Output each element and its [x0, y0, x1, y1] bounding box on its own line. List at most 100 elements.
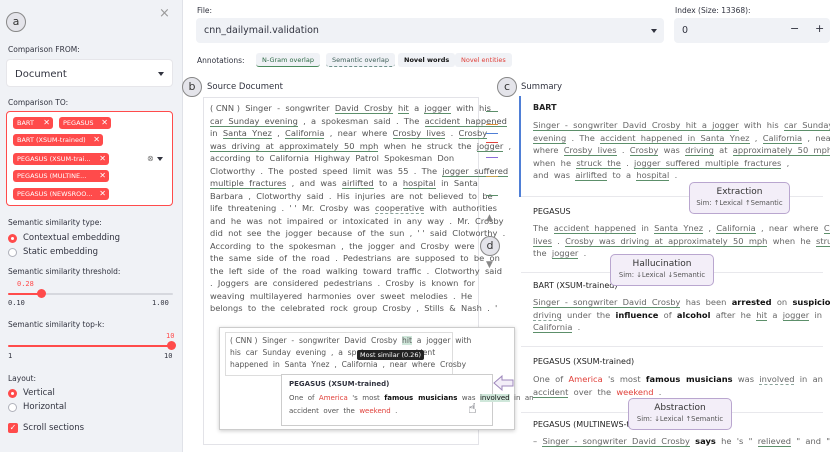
- popup-text: One of America 's most famous musicians …: [289, 394, 534, 415]
- toggle-novel-entities[interactable]: Novel entities: [455, 53, 512, 67]
- similarity-type-label: Semantic similarity type:: [8, 218, 102, 227]
- chip-pegasus-newsroom[interactable]: PEGASUS (NEWSROO... ✕: [13, 188, 109, 200]
- summary-model-name: BART: [533, 103, 557, 112]
- chip-pegasus[interactable]: PEGASUS ✕: [59, 117, 111, 129]
- minimap-mark: [486, 176, 498, 177]
- callout-title: Abstraction: [654, 403, 706, 413]
- callout-subtitle: Sim: ↓Lexical ↓Semantic: [618, 271, 706, 279]
- topk-max: 10: [164, 352, 173, 360]
- decrement-button[interactable]: −: [790, 22, 799, 35]
- comparison-from-label: Comparison FROM:: [8, 45, 80, 54]
- topk-slider-handle[interactable]: [167, 341, 176, 350]
- index-value: 0: [682, 25, 689, 36]
- callout-title: Hallucination: [632, 259, 692, 269]
- radio-vertical[interactable]: [8, 389, 17, 398]
- toggle-ngram-overlap[interactable]: N-Gram overlap: [256, 53, 320, 67]
- radio-horizontal[interactable]: [8, 403, 17, 412]
- badge-a: a: [6, 12, 26, 32]
- remove-chip-icon: ✕: [99, 189, 106, 198]
- hand-cursor-icon: ☝: [468, 401, 477, 417]
- option-static: Static embedding: [23, 247, 99, 257]
- file-label: File:: [197, 6, 213, 15]
- clear-all-icon[interactable]: ⊗: [147, 154, 154, 163]
- minimap-mark: [486, 157, 498, 158]
- chevron-down-icon: [651, 29, 657, 33]
- remove-chip-icon: ✕: [99, 154, 106, 163]
- chip-bart-xsum[interactable]: BART (XSUM-trained) ✕: [13, 134, 103, 146]
- layout-label: Layout:: [8, 374, 37, 383]
- comparison-to-multiselect[interactable]: BART ✕ PEGASUS ✕ BART (XSUM-trained) ✕ PEGA…: [6, 111, 173, 206]
- summary-title: Summary: [521, 82, 563, 92]
- option-horizontal: Horizontal: [23, 402, 67, 412]
- arrow-left-icon: [492, 374, 514, 392]
- source-text: ( CNN ) Singer - songwriter David Crosby…: [210, 103, 512, 313]
- chip-pegasus-xsum[interactable]: PEGASUS (XSUM-trai... ✕: [13, 153, 109, 165]
- callout-subtitle: Sim: ↑Lexical ↑Semantic: [696, 199, 783, 207]
- chip-pegasus-multinews[interactable]: PEGASUS (MULTINE... ✕: [13, 170, 109, 182]
- badge-c: c: [497, 77, 517, 97]
- close-icon[interactable]: ×: [159, 6, 170, 21]
- scroll-sections-checkbox[interactable]: ✓: [8, 423, 18, 433]
- chevron-down-icon: [158, 72, 164, 76]
- remove-chip-icon: ✕: [43, 118, 50, 127]
- source-hover-popup: ( CNN ) Singer - songwriter David Crosby…: [219, 327, 534, 430]
- bart-summary-text: Singer - songwriter David Crosby hit a j…: [533, 119, 830, 182]
- summary-model-name: PEGASUS (XSUM-trained): [533, 357, 635, 366]
- threshold-value: 0.28: [17, 280, 34, 288]
- remove-chip-icon: ✕: [93, 135, 100, 144]
- minimap-mark: [486, 195, 498, 196]
- file-value: cnn_dailymail.validation: [204, 25, 319, 36]
- index-input[interactable]: 0 − +: [674, 18, 830, 43]
- callout-title: Extraction: [716, 187, 763, 197]
- badge-d: d: [480, 236, 500, 256]
- pegasus-multinews-summary-text: – Singer - songwriter David Crosby says …: [533, 436, 830, 447]
- abstraction-callout: Abstraction Sim: ↓Lexical ↑Semantic: [628, 398, 732, 430]
- summary-model-name: PEGASUS: [533, 207, 571, 216]
- radio-contextual[interactable]: [8, 234, 17, 243]
- comparison-from-value: Document: [15, 69, 67, 80]
- minimap-mark: [486, 133, 498, 134]
- option-contextual: Contextual embedding: [23, 233, 121, 243]
- remove-chip-icon: ✕: [99, 171, 106, 180]
- remove-chip-icon: ✕: [101, 118, 108, 127]
- source-title: Source Document: [207, 82, 283, 92]
- hallucination-callout: Hallucination Sim: ↓Lexical ↓Semantic: [610, 254, 714, 286]
- toggle-semantic-overlap[interactable]: Semantic overlap: [326, 53, 395, 67]
- minimap-mark: [486, 142, 498, 143]
- pegasus-xsum-popup: PEGASUS (XSUM-trained) One of America 's…: [281, 374, 534, 426]
- topk-label: Semantic similarity top-k:: [8, 320, 105, 329]
- scroll-sections-label: Scroll sections: [23, 423, 85, 433]
- source-excerpt-text: ( CNN ) Singer - songwriter David Crosby…: [230, 336, 472, 369]
- increment-button[interactable]: +: [815, 22, 824, 35]
- comparison-from-select[interactable]: Document: [6, 59, 173, 87]
- scroll-up-icon[interactable]: ▲: [486, 213, 493, 223]
- chip-bart[interactable]: BART ✕: [13, 117, 53, 129]
- pegasus-xsum-summary-text: One of America 's most famous musicians …: [533, 374, 823, 398]
- chevron-down-icon[interactable]: [157, 157, 163, 161]
- popup-title: PEGASUS (XSUM-trained): [289, 380, 390, 388]
- minimap-mark: [486, 111, 498, 112]
- badge-b: b: [182, 77, 202, 97]
- toggle-novel-words[interactable]: Novel words: [398, 53, 456, 67]
- index-label: Index (Size: 13368):: [675, 6, 751, 15]
- topk-min: 1: [8, 352, 13, 360]
- most-similar-tooltip: Most similar (0.26): [357, 350, 424, 360]
- extraction-callout: Extraction Sim: ↑Lexical ↑Semantic: [689, 182, 790, 214]
- file-select[interactable]: cnn_dailymail.validation: [196, 18, 664, 43]
- bart-xsum-summary-text: Singer - songwriter David Crosby has bee…: [533, 297, 830, 333]
- callout-subtitle: Sim: ↓Lexical ↑Semantic: [636, 415, 724, 423]
- threshold-max: 1.00: [152, 299, 169, 307]
- option-vertical: Vertical: [23, 388, 55, 398]
- radio-static[interactable]: [8, 248, 17, 257]
- annotations-label: Annotations:: [197, 56, 245, 65]
- topk-value: 10: [166, 332, 175, 340]
- minimap-mark: [486, 124, 498, 125]
- threshold-slider-handle[interactable]: [37, 289, 46, 298]
- sidebar: a × Comparison FROM: Document Comparison…: [0, 0, 183, 452]
- summary-model-name: PEGASUS (MULTINEWS-tra: [533, 420, 638, 429]
- comparison-to-label: Comparison TO:: [8, 98, 69, 107]
- scroll-down-icon[interactable]: ▼: [486, 260, 493, 270]
- summary-model-name: BART (XSUM-trained): [533, 281, 618, 290]
- threshold-min: 0.10: [8, 299, 25, 307]
- threshold-label: Semantic similarity threshold:: [8, 267, 121, 276]
